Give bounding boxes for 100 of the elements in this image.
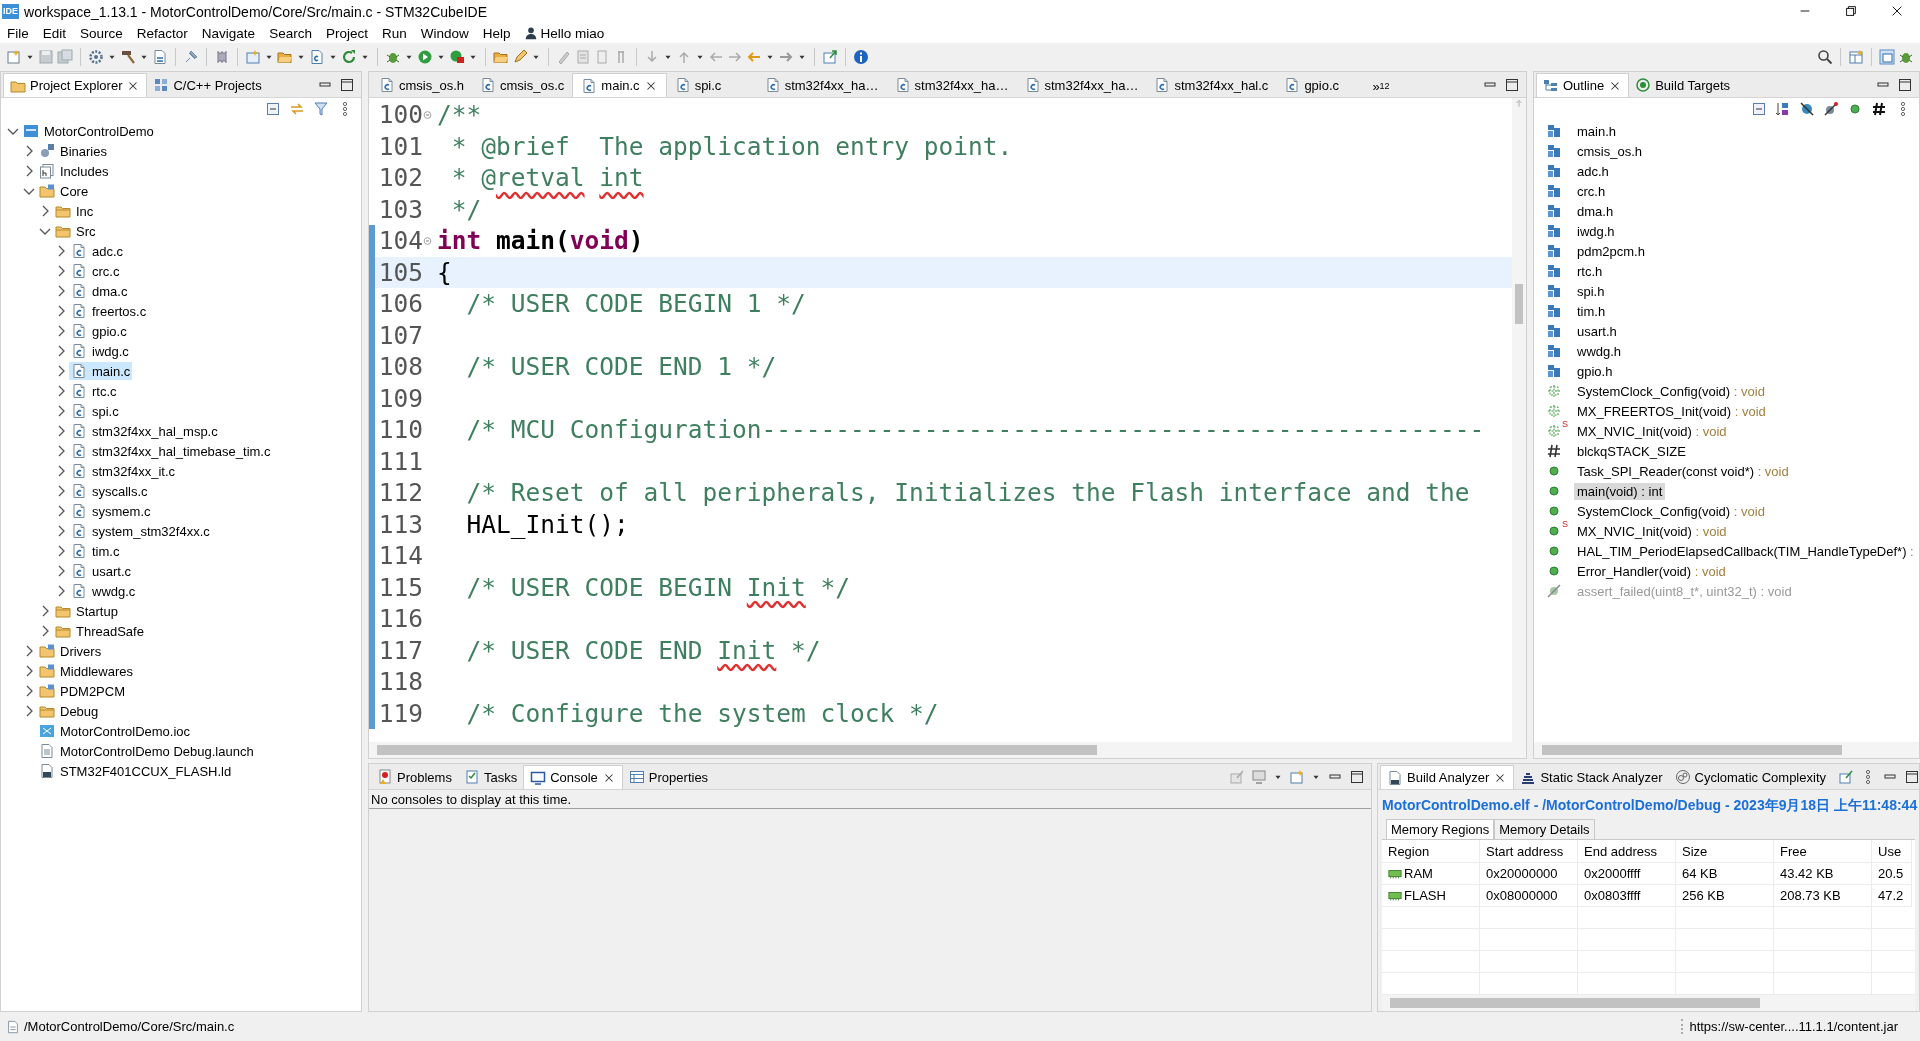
editor-tab[interactable]: spi.c [666, 73, 757, 97]
close-button[interactable] [1890, 4, 1904, 18]
editor-tab[interactable]: main.c [572, 73, 667, 97]
outline-item[interactable]: spi.h [1574, 282, 1608, 300]
c-file-icon[interactable] [309, 48, 325, 65]
tree-item[interactable]: Includes [37, 162, 111, 180]
tree-item[interactable]: Drivers [37, 642, 104, 660]
tree-item[interactable]: stm32f4xx_hal_timebase_tim.c [69, 442, 273, 460]
maximize-icon[interactable] [1904, 768, 1919, 785]
menu-item[interactable]: Help [475, 25, 518, 41]
tree-item[interactable]: rtc.c [69, 382, 119, 400]
panel-tab[interactable]: Build Targets [1629, 73, 1737, 97]
editor-tab[interactable]: cmsis_os.h [371, 73, 473, 97]
tree-item[interactable]: adc.c [69, 242, 126, 260]
outline-item[interactable]: gpio.h [1574, 362, 1616, 380]
tree-item[interactable]: main.c [69, 362, 133, 380]
menu-item[interactable]: Window [413, 25, 476, 41]
outline-item[interactable]: dma.h [1574, 202, 1617, 220]
outline-item[interactable]: main(void) : int [1574, 482, 1666, 500]
open-window-icon[interactable] [822, 48, 838, 65]
outline-item[interactable]: MX_FREERTOS_Init(void) : void [1574, 402, 1769, 420]
scroll-thumb[interactable] [1515, 284, 1523, 324]
gear-icon[interactable] [88, 48, 104, 65]
maximize-icon[interactable] [1349, 768, 1365, 785]
panel-tab[interactable]: Cyclomatic Complexity [1668, 765, 1832, 789]
outline-item[interactable]: blckqSTACK_SIZE [1574, 442, 1689, 460]
outline-item[interactable]: adc.h [1574, 162, 1612, 180]
outline-item[interactable]: usart.h [1574, 322, 1620, 340]
editor-tab[interactable]: cmsis_os.c [472, 73, 573, 97]
outline-item[interactable]: main.h [1574, 122, 1620, 140]
tree-item[interactable]: crc.c [69, 262, 122, 280]
column-header[interactable]: Start address [1480, 840, 1578, 863]
outline-item[interactable]: MX_NVIC_Init(void) : void [1574, 422, 1730, 440]
editor-tab[interactable]: gpio.c [1276, 73, 1367, 97]
tree-item[interactable]: Core [37, 182, 91, 200]
panel-tab[interactable]: C/C++ Projects [147, 73, 268, 97]
filter-icon[interactable] [313, 101, 329, 117]
outline-item[interactable]: crc.h [1574, 182, 1609, 200]
tree-item[interactable]: system_stm32f4xx.c [69, 522, 212, 540]
outline-item[interactable]: SystemClock_Config(void) : void [1574, 502, 1768, 520]
outline-item[interactable]: pdm2pcm.h [1574, 242, 1648, 260]
panel-tab[interactable]: Static Stack Analyzer [1514, 765, 1669, 789]
maximize-icon[interactable] [339, 76, 355, 93]
column-header[interactable]: Size [1676, 840, 1774, 863]
hide-fields-icon[interactable] [1799, 101, 1815, 117]
tree-item[interactable]: freertos.c [69, 302, 149, 320]
hide-static-icon[interactable] [1823, 101, 1839, 117]
pin-icon[interactable] [183, 48, 199, 65]
tree-item[interactable]: ThreadSafe [53, 622, 146, 640]
tree-item[interactable]: sysmem.c [69, 502, 153, 520]
tree-item[interactable]: Binaries [37, 142, 109, 160]
column-header[interactable]: Free [1774, 840, 1872, 863]
tree-item[interactable]: iwdg.c [69, 342, 131, 360]
menu-item[interactable]: Source [73, 25, 130, 41]
dot-icon[interactable] [1847, 101, 1863, 117]
menu-item[interactable]: File [0, 25, 36, 41]
panel-tab[interactable]: Tasks [457, 765, 524, 789]
outline-item[interactable]: MX_NVIC_Init(void) : void [1574, 522, 1730, 540]
editor-tab[interactable]: stm32f4xx_ha… [756, 73, 887, 97]
outline-item[interactable]: wwdg.h [1574, 342, 1625, 360]
hammer-icon[interactable] [120, 48, 136, 65]
scroll-thumb[interactable] [1390, 998, 1760, 1008]
collapse-all-icon[interactable] [265, 101, 281, 117]
tree-item[interactable]: STM32F401CCUX_FLASH.ld [37, 762, 234, 780]
tree-item[interactable]: MotorControlDemo.ioc [37, 722, 193, 740]
outline-item[interactable]: rtc.h [1574, 262, 1606, 280]
panel-tab[interactable]: Project Explorer [3, 73, 148, 97]
outline-item[interactable]: tim.h [1574, 302, 1609, 320]
user-menu[interactable]: Hello miao [517, 25, 611, 41]
column-header[interactable]: End address [1578, 840, 1676, 863]
outline-item[interactable]: Error_Handler(void) : void [1574, 562, 1729, 580]
pin-icon[interactable] [1838, 768, 1854, 785]
hash-icon[interactable] [1871, 101, 1887, 117]
panel-tab[interactable]: Console [523, 765, 623, 789]
outline-item[interactable]: cmsis_os.h [1574, 142, 1646, 160]
perspective-icon[interactable] [1848, 48, 1864, 65]
tree-item[interactable]: usart.c [69, 562, 133, 580]
menu-item[interactable]: Refactor [129, 25, 195, 41]
sort-icon[interactable] [1775, 101, 1791, 117]
tree-item[interactable]: spi.c [69, 402, 121, 420]
outline-item[interactable]: Task_SPI_Reader(const void*) : void [1574, 462, 1792, 480]
tree-item[interactable]: stm32f4xx_hal_msp.c [69, 422, 220, 440]
maximize-icon[interactable] [1504, 76, 1520, 93]
tree-item[interactable]: Inc [53, 202, 96, 220]
tree-item[interactable]: tim.c [69, 542, 122, 560]
tree-item[interactable]: MotorControlDemo [21, 122, 156, 140]
tree-item[interactable]: wwdg.c [69, 582, 138, 600]
tree-item[interactable]: dma.c [69, 282, 130, 300]
menu-item[interactable]: Navigate [194, 25, 263, 41]
menu-item[interactable]: Project [318, 25, 375, 41]
editor-tab[interactable]: stm32f4xx_ha… [1016, 73, 1147, 97]
info-icon[interactable] [853, 48, 869, 65]
collapse-all-icon[interactable] [1751, 101, 1767, 117]
tab[interactable]: Memory Details [1494, 819, 1595, 839]
tree-item[interactable]: MotorControlDemo Debug.launch [37, 742, 256, 760]
pen-icon[interactable] [512, 48, 528, 65]
refresh-icon[interactable] [341, 48, 357, 65]
tree-item[interactable]: Src [53, 222, 98, 240]
restore-button[interactable] [1844, 4, 1858, 18]
scroll-thumb[interactable] [377, 745, 1097, 755]
